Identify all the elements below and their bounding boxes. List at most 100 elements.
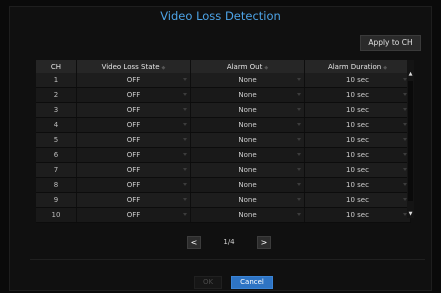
dropdown-caret-icon[interactable]: [297, 108, 301, 111]
video-loss-state-select[interactable]: OFF: [76, 147, 191, 163]
video-loss-state-select[interactable]: OFF: [76, 73, 191, 88]
dropdown-caret-icon[interactable]: [183, 123, 187, 126]
cancel-button[interactable]: Cancel: [231, 276, 273, 289]
alarm-out-select[interactable]: None: [190, 87, 305, 103]
column-header-video-loss-state[interactable]: Video Loss State ◆: [76, 60, 191, 73]
video-loss-state-select-value: OFF: [77, 148, 190, 162]
alarm-out-select-value: None: [191, 148, 304, 162]
video-loss-state-select[interactable]: OFF: [76, 87, 191, 103]
channel-number: 9: [36, 192, 77, 208]
dropdown-caret-icon[interactable]: [297, 138, 301, 141]
video-loss-state-select-label: OFF: [126, 196, 141, 204]
dropdown-caret-icon[interactable]: [297, 153, 301, 156]
alarm-duration-select-label: 10 sec: [346, 76, 369, 84]
dropdown-caret-icon[interactable]: [297, 198, 301, 201]
dropdown-caret-icon[interactable]: [183, 78, 187, 81]
video-loss-state-select[interactable]: OFF: [76, 207, 191, 223]
table-row: 10 OFF None 10 sec: [36, 207, 411, 223]
alarm-out-select[interactable]: None: [190, 192, 305, 208]
video-loss-state-select[interactable]: OFF: [76, 117, 191, 133]
prev-page-button[interactable]: <: [187, 236, 201, 249]
alarm-duration-select-label: 10 sec: [346, 106, 369, 114]
video-loss-state-select-label: OFF: [126, 121, 141, 129]
alarm-out-select-label: None: [238, 211, 257, 219]
alarm-duration-select[interactable]: 10 sec: [304, 102, 411, 118]
apply-to-ch-button[interactable]: Apply to CH: [360, 35, 421, 51]
alarm-out-select-label: None: [238, 76, 257, 84]
alarm-out-select[interactable]: None: [190, 162, 305, 178]
alarm-out-select[interactable]: None: [190, 102, 305, 118]
column-header-alarm-duration[interactable]: Alarm Duration ◆: [304, 60, 411, 73]
alarm-out-select-label: None: [238, 136, 257, 144]
next-page-button[interactable]: >: [257, 236, 271, 249]
column-header-alarm-out-label: Alarm Out: [226, 62, 263, 71]
video-loss-state-select[interactable]: OFF: [76, 192, 191, 208]
dropdown-caret-icon[interactable]: [183, 213, 187, 216]
dropdown-caret-icon[interactable]: [297, 183, 301, 186]
alarm-out-select[interactable]: None: [190, 132, 305, 148]
dropdown-caret-icon[interactable]: [297, 213, 301, 216]
alarm-out-select[interactable]: None: [190, 147, 305, 163]
dropdown-caret-icon[interactable]: [183, 108, 187, 111]
alarm-duration-select[interactable]: 10 sec: [304, 147, 411, 163]
alarm-duration-select[interactable]: 10 sec: [304, 207, 411, 223]
column-header-alarm-out[interactable]: Alarm Out ◆: [190, 60, 305, 73]
alarm-out-select[interactable]: None: [190, 73, 305, 88]
video-loss-state-select-label: OFF: [126, 181, 141, 189]
alarm-out-select[interactable]: None: [190, 177, 305, 193]
video-loss-state-select[interactable]: OFF: [76, 162, 191, 178]
dropdown-caret-icon[interactable]: [183, 168, 187, 171]
dropdown-caret-icon[interactable]: [183, 198, 187, 201]
alarm-out-select-label: None: [238, 181, 257, 189]
column-header-ch-label: CH: [50, 62, 62, 71]
alarm-duration-select[interactable]: 10 sec: [304, 132, 411, 148]
alarm-duration-select[interactable]: 10 sec: [304, 73, 411, 88]
scrollbar-thumb[interactable]: [408, 81, 413, 201]
alarm-duration-select-value: 10 sec: [305, 73, 410, 87]
table-row: 3 OFF None 10 sec: [36, 102, 411, 118]
video-loss-state-select-label: OFF: [126, 76, 141, 84]
dropdown-caret-icon[interactable]: [297, 93, 301, 96]
scroll-down-arrow-icon[interactable]: ▼: [407, 211, 414, 218]
ok-button[interactable]: OK: [194, 276, 222, 289]
scroll-up-arrow-icon[interactable]: ▲: [407, 71, 414, 78]
dropdown-caret-icon[interactable]: [183, 183, 187, 186]
alarm-out-select-value: None: [191, 133, 304, 147]
dropdown-caret-icon[interactable]: [297, 123, 301, 126]
channel-number: 8: [36, 177, 77, 193]
alarm-duration-select[interactable]: 10 sec: [304, 162, 411, 178]
alarm-out-select-label: None: [238, 106, 257, 114]
alarm-duration-select[interactable]: 10 sec: [304, 192, 411, 208]
table-row: 2 OFF None 10 sec: [36, 87, 411, 103]
alarm-out-select[interactable]: None: [190, 207, 305, 223]
table-row: 1 OFF None 10 sec: [36, 73, 411, 88]
alarm-out-select-label: None: [238, 196, 257, 204]
dropdown-caret-icon[interactable]: [297, 78, 301, 81]
alarm-out-select-value: None: [191, 193, 304, 207]
alarm-duration-select-label: 10 sec: [346, 136, 369, 144]
alarm-duration-select[interactable]: 10 sec: [304, 87, 411, 103]
alarm-out-select-value: None: [191, 103, 304, 117]
video-loss-state-select[interactable]: OFF: [76, 132, 191, 148]
alarm-duration-select[interactable]: 10 sec: [304, 117, 411, 133]
alarm-out-select-value: None: [191, 118, 304, 132]
video-loss-state-select[interactable]: OFF: [76, 102, 191, 118]
video-loss-state-select-value: OFF: [77, 208, 190, 222]
table-scrollbar[interactable]: ▲ ▼: [407, 60, 414, 218]
table-row: 4 OFF None 10 sec: [36, 117, 411, 133]
alarm-out-select-value: None: [191, 208, 304, 222]
channel-number: 6: [36, 147, 77, 163]
video-loss-state-select[interactable]: OFF: [76, 177, 191, 193]
dropdown-caret-icon[interactable]: [183, 153, 187, 156]
channel-table: CH Video Loss State ◆ Alarm Out ◆ Alarm Du…: [36, 60, 411, 223]
alarm-duration-select[interactable]: 10 sec: [304, 177, 411, 193]
sort-icon: ◆: [383, 64, 388, 71]
channel-number: 2: [36, 87, 77, 103]
alarm-out-select-value: None: [191, 178, 304, 192]
table-row: 9 OFF None 10 sec: [36, 192, 411, 208]
dropdown-caret-icon[interactable]: [183, 93, 187, 96]
channel-number: 5: [36, 132, 77, 148]
dropdown-caret-icon[interactable]: [183, 138, 187, 141]
dropdown-caret-icon[interactable]: [297, 168, 301, 171]
alarm-out-select[interactable]: None: [190, 117, 305, 133]
